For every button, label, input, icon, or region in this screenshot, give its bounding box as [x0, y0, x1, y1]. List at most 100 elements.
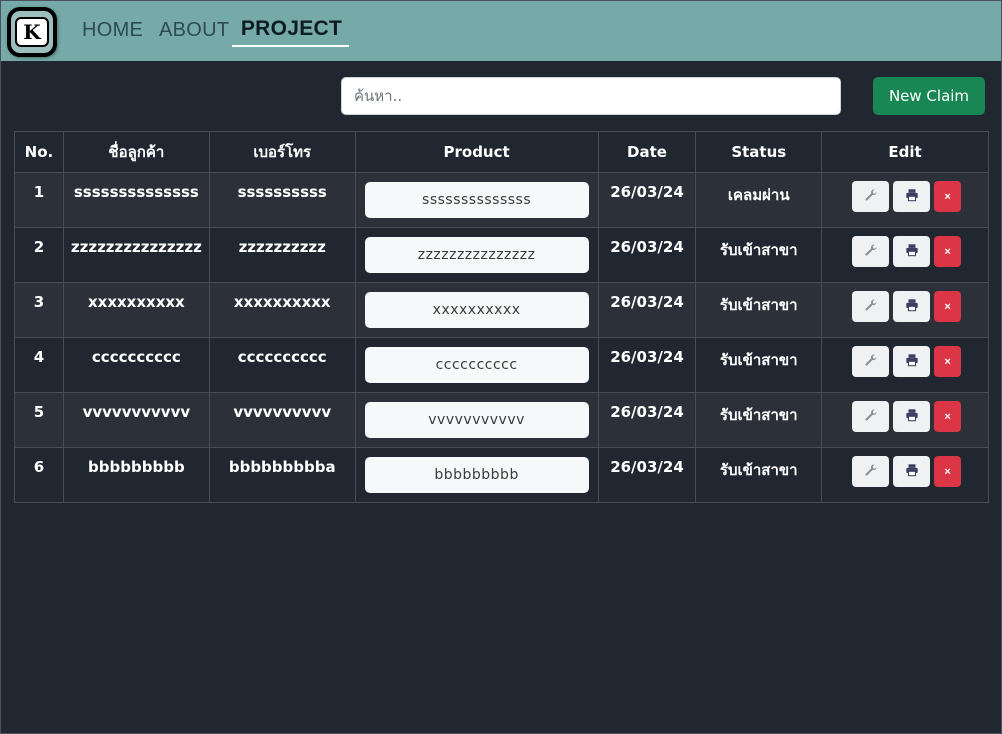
cell-edit: × — [821, 392, 989, 448]
cell-edit: × — [821, 282, 989, 338]
cell-date: 26/03/24 — [597, 337, 697, 393]
cell-status: รับเข้าสาขา — [695, 337, 823, 393]
close-icon: × — [944, 300, 951, 313]
printer-icon — [905, 408, 919, 425]
header-edit: Edit — [821, 131, 989, 173]
edit-button[interactable] — [852, 236, 890, 267]
product-field[interactable]: bbbbbbbbb — [364, 457, 589, 493]
edit-button[interactable] — [852, 291, 890, 322]
table-row: 2 zzzzzzzzzzzzzzz zzzzzzzzzz zzzzzzzzzzzzzz… — [14, 227, 989, 283]
edit-button[interactable] — [852, 346, 890, 377]
delete-button[interactable]: × — [934, 181, 962, 212]
cell-no: 6 — [14, 447, 64, 503]
delete-button[interactable]: × — [934, 401, 962, 432]
table-row: 3 xxxxxxxxxx xxxxxxxxxx xxxxxxxxxx 26/03/24 ร… — [14, 282, 989, 338]
close-icon: × — [944, 465, 951, 478]
cell-product: bbbbbbbbb — [354, 447, 599, 503]
cell-no: 5 — [14, 392, 64, 448]
print-button[interactable] — [893, 456, 931, 487]
print-button[interactable] — [893, 291, 931, 322]
edit-actions: × — [822, 456, 988, 487]
search-input[interactable] — [341, 77, 841, 115]
product-field[interactable]: zzzzzzzzzzzzzzz — [364, 237, 589, 273]
close-icon: × — [944, 245, 951, 258]
cell-edit: × — [821, 227, 989, 283]
product-field[interactable]: cccccccccc — [364, 347, 589, 383]
edit-actions: × — [822, 401, 988, 432]
header-status: Status — [695, 131, 823, 173]
header-customer: ชื่อลูกค้า — [62, 131, 210, 173]
edit-actions: × — [822, 181, 988, 212]
cell-edit: × — [821, 447, 989, 503]
wrench-icon — [864, 463, 878, 480]
delete-button[interactable]: × — [934, 291, 962, 322]
delete-button[interactable]: × — [934, 456, 962, 487]
cell-customer: vvvvvvvvvvv — [62, 392, 210, 448]
nav-about-link[interactable]: ABOUT — [159, 19, 229, 42]
cell-status: รับเข้าสาขา — [695, 282, 823, 338]
cell-date: 26/03/24 — [597, 282, 697, 338]
cell-date: 26/03/24 — [597, 227, 697, 283]
cell-status: รับเข้าสาขา — [695, 227, 823, 283]
logo[interactable]: K — [7, 7, 57, 57]
edit-button[interactable] — [852, 181, 890, 212]
print-button[interactable] — [893, 346, 931, 377]
cell-product: ssssssssssssss — [354, 172, 599, 228]
edit-button[interactable] — [852, 456, 890, 487]
cell-no: 4 — [14, 337, 64, 393]
wrench-icon — [864, 188, 878, 205]
print-button[interactable] — [893, 236, 931, 267]
header-date: Date — [597, 131, 697, 173]
cell-customer: xxxxxxxxxx — [62, 282, 210, 338]
cell-status: รับเข้าสาขา — [695, 392, 823, 448]
cell-no: 2 — [14, 227, 64, 283]
header-product: Product — [354, 131, 599, 173]
header-phone: เบอร์โทร — [208, 131, 356, 173]
table-header-row: No. ชื่อลูกค้า เบอร์โทร Product Date Sta… — [14, 131, 989, 173]
printer-icon — [905, 243, 919, 260]
nav-project-link[interactable]: PROJECT — [232, 17, 349, 47]
edit-actions: × — [822, 236, 988, 267]
edit-button[interactable] — [852, 401, 890, 432]
close-icon: × — [944, 355, 951, 368]
cell-phone: ssssssssss — [208, 172, 356, 228]
cell-phone: vvvvvvvvvv — [208, 392, 356, 448]
table-row: 4 cccccccccc cccccccccc cccccccccc 26/03/24 ร… — [14, 337, 989, 393]
cell-edit: × — [821, 337, 989, 393]
wrench-icon — [864, 408, 878, 425]
delete-button[interactable]: × — [934, 236, 962, 267]
cell-customer: ssssssssssssss — [62, 172, 210, 228]
cell-status: เคลมผ่าน — [695, 172, 823, 228]
cell-phone: zzzzzzzzzz — [208, 227, 356, 283]
table-row: 5 vvvvvvvvvvv vvvvvvvvvv vvvvvvvvvvv 26/03/2… — [14, 392, 989, 448]
product-field[interactable]: vvvvvvvvvvv — [364, 402, 589, 438]
close-icon: × — [944, 410, 951, 423]
wrench-icon — [864, 298, 878, 315]
cell-product: vvvvvvvvvvv — [354, 392, 599, 448]
table-row: 1 ssssssssssssss ssssssssss ssssssssssssss 2… — [14, 172, 989, 228]
cell-no: 3 — [14, 282, 64, 338]
cell-product: cccccccccc — [354, 337, 599, 393]
navbar: K HOME ABOUT PROJECT — [1, 1, 1001, 61]
print-button[interactable] — [893, 181, 931, 212]
edit-actions: × — [822, 346, 988, 377]
cell-phone: xxxxxxxxxx — [208, 282, 356, 338]
product-field[interactable]: xxxxxxxxxx — [364, 292, 589, 328]
nav-home-link[interactable]: HOME — [82, 19, 143, 42]
cell-product: zzzzzzzzzzzzzzz — [354, 227, 599, 283]
cell-phone: bbbbbbbbba — [208, 447, 356, 503]
cell-product: xxxxxxxxxx — [354, 282, 599, 338]
product-field[interactable]: ssssssssssssss — [364, 182, 589, 218]
new-claim-button[interactable]: New Claim — [873, 77, 985, 115]
cell-customer: zzzzzzzzzzzzzzz — [62, 227, 210, 283]
cell-phone: cccccccccc — [208, 337, 356, 393]
printer-icon — [905, 298, 919, 315]
cell-date: 26/03/24 — [597, 172, 697, 228]
print-button[interactable] — [893, 401, 931, 432]
cell-edit: × — [821, 172, 989, 228]
delete-button[interactable]: × — [934, 346, 962, 377]
cell-date: 26/03/24 — [597, 392, 697, 448]
close-icon: × — [944, 190, 951, 203]
cell-status: รับเข้าสาขา — [695, 447, 823, 503]
edit-actions: × — [822, 291, 988, 322]
